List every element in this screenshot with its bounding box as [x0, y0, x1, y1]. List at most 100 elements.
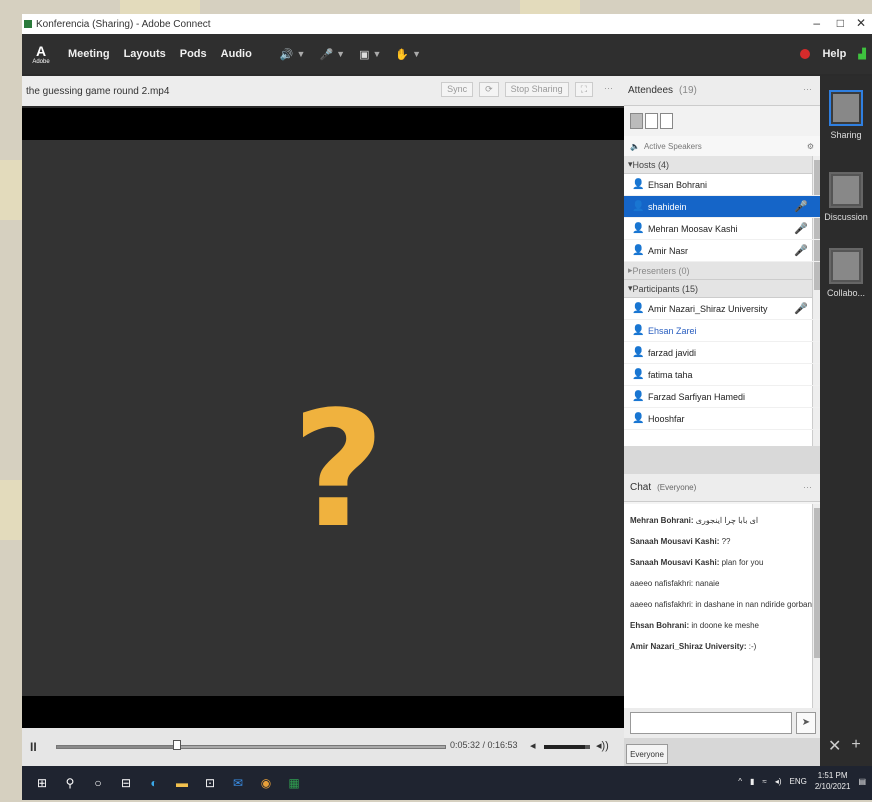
clock-date: 2/10/2021 — [814, 782, 851, 791]
volume-icon[interactable]: ◂) — [775, 777, 782, 786]
chat-message: Sanaah Mousavi Kashi: ?? — [630, 537, 814, 546]
task-view-icon[interactable]: ○ — [90, 775, 106, 791]
attendee-row[interactable]: 👤 Amir Nasr 🎤 — [624, 240, 820, 262]
battery-icon[interactable]: ▮ — [750, 777, 754, 786]
chat-scrollbar[interactable] — [812, 504, 820, 708]
attendee-row[interactable]: 👤 fatima taha — [624, 364, 820, 386]
microphone-toggle[interactable]: 🎤 ▼ — [319, 48, 345, 61]
chrome-icon[interactable]: ◉ — [258, 775, 274, 791]
person-icon: 👤 — [632, 368, 645, 380]
menu-pods[interactable]: Pods — [180, 48, 207, 60]
attendee-row[interactable]: 👤 Mehran Moosav Kashi 🎤 — [624, 218, 820, 240]
attendee-row[interactable]: 👤 shahidein 🎤 — [624, 196, 820, 218]
menu-layouts[interactable]: Layouts — [124, 48, 166, 60]
attendee-row[interactable]: 👤 Hooshfar — [624, 408, 820, 430]
person-icon: 👤 — [632, 222, 645, 234]
chat-text: in doone ke meshe — [691, 621, 759, 630]
pod-options-icon[interactable]: ⋯ — [803, 482, 812, 493]
language-indicator[interactable]: ENG — [790, 777, 807, 786]
chat-message: Ehsan Bohrani: in doone ke meshe — [630, 621, 814, 630]
seek-bar[interactable] — [56, 745, 446, 749]
windows-start-icon[interactable]: ⊞ — [34, 775, 50, 791]
screen: Konferencia (Sharing) - Adobe Connect – … — [22, 14, 872, 800]
close-button[interactable]: ✕ — [856, 16, 866, 30]
recording-indicator-icon[interactable] — [800, 49, 811, 59]
search-icon[interactable]: ⚲ — [62, 775, 78, 791]
volume-slider[interactable] — [544, 745, 590, 749]
video-frame[interactable]: ? — [22, 140, 624, 696]
send-icon[interactable]: ➤ — [796, 712, 816, 734]
file-explorer-icon[interactable]: ▬ — [174, 775, 190, 791]
chevron-down-icon: ▼ — [372, 49, 382, 59]
maximize-button[interactable]: □ — [837, 16, 844, 30]
chevron-down-icon: ▼ — [412, 49, 422, 59]
speaker-icon: 🔈 — [630, 141, 640, 151]
edge-icon[interactable]: ◐ — [146, 775, 162, 791]
raise-hand-toggle[interactable]: ✋ ▼ — [395, 48, 421, 61]
attendee-group-header[interactable]: ▾ Hosts (4) — [624, 156, 820, 174]
layout-discussion[interactable]: Discussion — [820, 172, 872, 222]
list-view-icon[interactable] — [630, 113, 643, 129]
person-icon: 👤 — [632, 302, 645, 314]
pause-button[interactable]: II — [30, 740, 37, 754]
chat-input[interactable] — [630, 712, 792, 734]
chat-sender: Sanaah Mousavi Kashi: — [630, 537, 720, 546]
microphone-icon: 🎤 — [794, 245, 808, 257]
tray-chevron-up-icon[interactable]: ^ — [738, 777, 742, 786]
attendee-group-header[interactable]: ▸ Presenters (0) — [624, 262, 820, 280]
share-pod-header: the guessing game round 2.mp4 Sync ⟳ Sto… — [22, 76, 624, 106]
excel-icon[interactable]: ▦ — [286, 775, 302, 791]
fullscreen-button[interactable]: ⛶ — [574, 82, 593, 97]
video-letterbox-bottom — [22, 696, 624, 728]
attendee-row[interactable]: 👤 Ehsan Zarei — [624, 320, 820, 342]
layout-thumbnail — [829, 248, 863, 284]
attendee-name: Amir Nasr — [648, 245, 688, 256]
pod-options-icon[interactable]: ⋯ — [803, 84, 812, 95]
seek-thumb[interactable] — [172, 740, 181, 750]
attendee-row[interactable]: 👤 Amir Nazari_Shiraz University 🎤 — [624, 298, 820, 320]
layout-sharing[interactable]: Sharing — [820, 90, 872, 140]
refresh-button[interactable]: ⟳ — [479, 82, 499, 97]
mail-icon[interactable]: ✉ — [230, 775, 246, 791]
volume-low-icon[interactable]: ◂ — [530, 739, 536, 752]
window-title-bar: Konferencia (Sharing) - Adobe Connect – … — [22, 14, 872, 34]
grid-view-icon[interactable] — [645, 113, 658, 129]
sync-button[interactable]: Sync — [441, 82, 474, 97]
menu-audio[interactable]: Audio — [221, 48, 252, 60]
wifi-icon[interactable]: ≈ — [762, 777, 766, 786]
attendee-group-label: Presenters (0) — [632, 265, 690, 276]
add-layout-icon[interactable]: + — [851, 736, 860, 756]
attendee-row[interactable]: 👤 farzad javidi — [624, 342, 820, 364]
attendee-group-header[interactable]: ▾ Participants (15) — [624, 280, 820, 298]
question-mark-glyph: ? — [292, 376, 385, 563]
chat-text: plan for you — [721, 558, 764, 567]
webcam-toggle[interactable]: ▣ ▼ — [359, 48, 381, 61]
menu-meeting[interactable]: Meeting — [68, 48, 110, 60]
breakout-view-icon[interactable] — [660, 113, 673, 129]
raise-hand-icon: ✋ — [395, 48, 410, 61]
active-speakers-label: Active Speakers — [643, 141, 702, 151]
pod-options-button[interactable]: ⋯ — [599, 82, 618, 97]
chat-title: Chat — [630, 482, 652, 493]
layout-collaboration[interactable]: Collabo... — [820, 248, 872, 298]
help-menu[interactable]: Help — [822, 48, 846, 60]
chat-message: Sanaah Mousavi Kashi: plan for you — [630, 558, 814, 567]
window-title: Konferencia (Sharing) - Adobe Connect — [36, 18, 211, 30]
store-icon[interactable]: ⊡ — [202, 775, 218, 791]
volume-high-icon[interactable]: ◂)) — [596, 739, 609, 752]
speaker-toggle[interactable]: 🔊 ▼ — [280, 48, 306, 61]
settings-icon[interactable]: ⚙ — [807, 142, 814, 151]
chat-tab-everyone[interactable]: Everyone — [626, 744, 668, 764]
clock[interactable]: 1:51 PM 2/10/2021 — [815, 770, 851, 792]
stop-sharing-button[interactable]: Stop Sharing — [504, 82, 569, 97]
widgets-icon[interactable]: ⊟ — [118, 775, 134, 791]
attendee-row[interactable]: 👤 Ehsan Bohrani — [624, 174, 820, 196]
chevron-down-icon: ▼ — [336, 49, 346, 59]
menubar-right: Help ▟ — [800, 34, 872, 74]
notifications-icon[interactable]: ▤ — [858, 777, 866, 786]
chat-sender: Mehran Bohrani: — [630, 516, 694, 525]
tools-icon[interactable]: ✕ — [828, 736, 841, 756]
minimize-button[interactable]: – — [813, 16, 820, 30]
attendee-row[interactable]: 👤 Farzad Sarfiyan Hamedi — [624, 386, 820, 408]
chat-scope: (Everyone) — [657, 483, 697, 492]
